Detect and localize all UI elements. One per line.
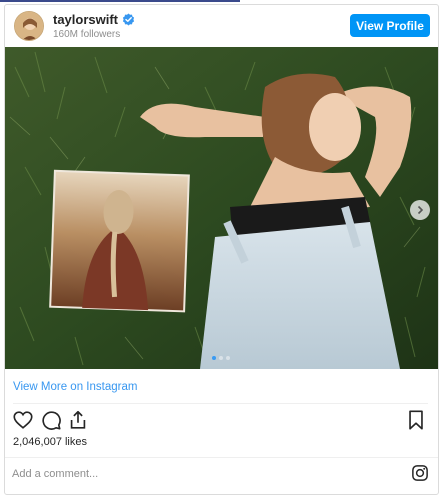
username-row: taylorswift <box>53 12 135 27</box>
comment-input[interactable] <box>12 463 392 485</box>
username[interactable]: taylorswift <box>53 12 118 27</box>
like-count: 2,046,007 likes <box>13 436 87 448</box>
carousel-dots <box>212 356 230 360</box>
carousel-dot-3 <box>226 356 230 360</box>
verified-badge-icon <box>122 13 135 26</box>
instagram-logo-icon[interactable] <box>411 464 429 482</box>
carousel-next-button[interactable] <box>410 200 430 220</box>
instagram-embed-card: taylorswift 160M followers View Profile <box>4 4 439 495</box>
share-icon[interactable] <box>67 409 89 431</box>
view-more-link[interactable]: View More on Instagram <box>13 381 137 393</box>
carousel-dot-2 <box>219 356 223 360</box>
avatar[interactable] <box>14 11 44 41</box>
post-header: taylorswift 160M followers View Profile <box>5 5 438 47</box>
chevron-right-icon <box>417 205 424 215</box>
divider <box>5 457 438 458</box>
window-top-accent <box>0 0 240 2</box>
post-photo[interactable] <box>5 47 438 369</box>
heart-icon[interactable] <box>12 409 34 431</box>
bookmark-icon[interactable] <box>405 409 427 431</box>
carousel-dot-1 <box>212 356 216 360</box>
divider <box>13 403 428 404</box>
comment-icon[interactable] <box>40 409 62 431</box>
follower-count: 160M followers <box>53 29 121 40</box>
view-profile-button[interactable]: View Profile <box>350 14 430 37</box>
